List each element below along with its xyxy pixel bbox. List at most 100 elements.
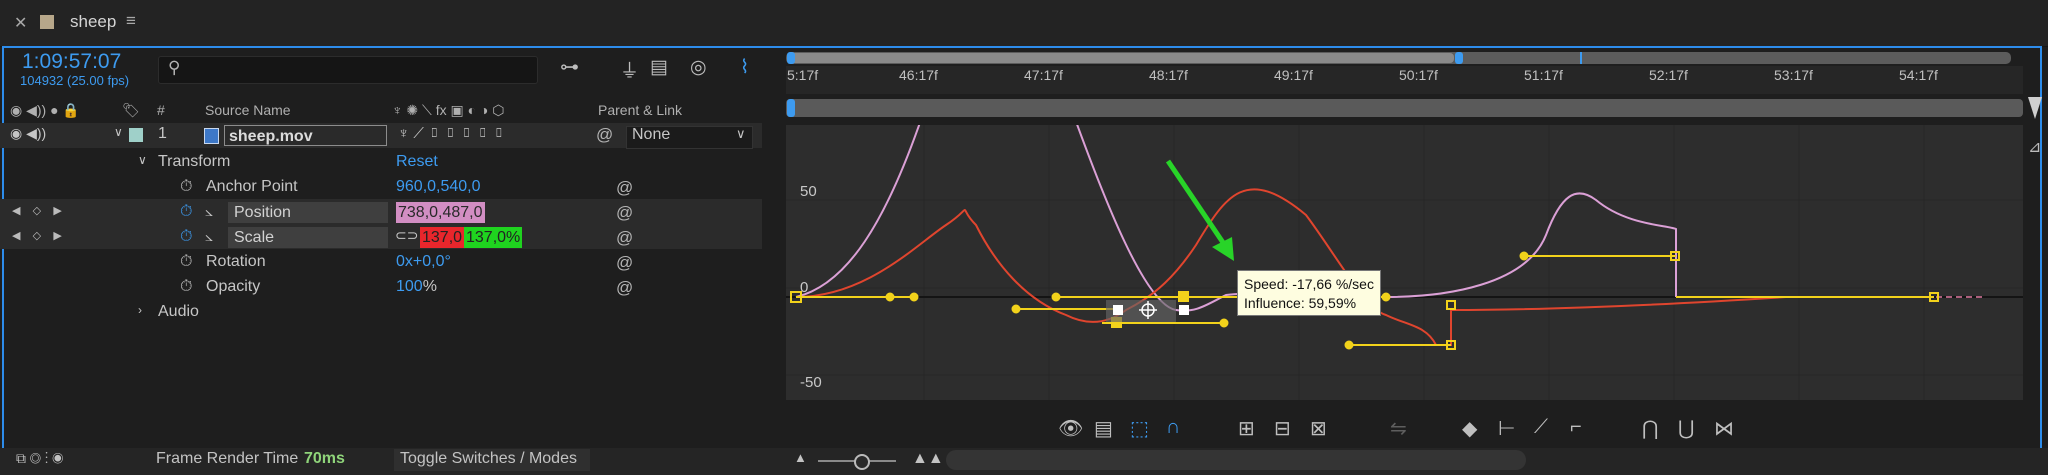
graph-editor-area[interactable] bbox=[786, 125, 2023, 400]
stopwatch-icon[interactable]: ⏱ bbox=[180, 278, 192, 296]
ruler-tick-label: 51:17f bbox=[1524, 67, 1563, 83]
graph-type-options-icon[interactable]: ▤ bbox=[1094, 416, 1113, 441]
position-velocity-curve[interactable] bbox=[795, 125, 1677, 312]
graph-toggle-icon[interactable]: ⦣ bbox=[205, 203, 213, 220]
draft-3d-icon[interactable]: ⏚ bbox=[620, 56, 639, 83]
audio-chevron-icon[interactable]: › bbox=[138, 303, 142, 317]
pickwhip-spiral-icon[interactable]: @ bbox=[616, 203, 633, 223]
stopwatch-active-icon[interactable]: ⏱ bbox=[180, 203, 192, 221]
anchor-point-value[interactable]: 960,0,540,0 bbox=[396, 178, 481, 196]
stopwatch-active-icon[interactable]: ⏱ bbox=[180, 228, 192, 246]
hide-shy-layers-icon[interactable]: ▤ bbox=[650, 56, 668, 79]
scale-velocity-curve[interactable] bbox=[795, 188, 1787, 346]
transform-group-label[interactable]: Transform bbox=[158, 153, 230, 171]
transform-box-icon[interactable]: ⬚ bbox=[1130, 416, 1149, 441]
audio-group-label[interactable]: Audio bbox=[158, 303, 199, 321]
toggle-switches-modes-label: Toggle Switches / Modes bbox=[400, 450, 577, 467]
pickwhip-spiral-icon[interactable]: @ bbox=[616, 253, 633, 273]
current-time-display[interactable]: 1:09:57:07 bbox=[22, 50, 121, 74]
composition-tab-title[interactable]: sheep bbox=[70, 12, 116, 32]
rotation-label: Rotation bbox=[206, 253, 266, 270]
pickwhip-spiral-icon[interactable]: @ bbox=[616, 278, 633, 298]
av-features-header-icons: ◉ ◀)) ● 🔒 bbox=[10, 102, 80, 118]
expand-layer-chevron-icon[interactable]: ∨ bbox=[114, 125, 123, 139]
transform-chevron-icon[interactable]: ∨ bbox=[138, 153, 147, 167]
fit-all-graphs-icon[interactable]: ⊟ bbox=[1274, 416, 1291, 441]
ruler-tick-label: 49:17f bbox=[1274, 67, 1313, 83]
scale-label: Scale bbox=[228, 227, 388, 248]
switches-header-icons: ♆ ✺ ⟍ fx ▣ ◐ ◑ ⬡ bbox=[392, 102, 505, 118]
position-value[interactable]: 738,0,487,0 bbox=[396, 202, 485, 223]
time-navigator-range[interactable] bbox=[790, 53, 1454, 63]
ruler-tick-label: 52:17f bbox=[1649, 67, 1688, 83]
linear-keyframe-icon[interactable]: ⟋ bbox=[1534, 416, 1548, 439]
opacity-label: Opacity bbox=[206, 278, 261, 295]
scale-x-value[interactable]: 137,0 bbox=[420, 227, 465, 248]
frame-render-time-value: 70ms bbox=[304, 450, 345, 467]
layer-switches[interactable]: ♆ ⟋ ▯ ▯ ▯ ▯ ▯ bbox=[398, 125, 505, 142]
graph-side-tool-icon[interactable]: ⊿ bbox=[2028, 137, 2041, 157]
snap-icon[interactable]: ∩ bbox=[1166, 416, 1180, 439]
chevron-down-icon: ∨ bbox=[736, 126, 746, 141]
close-icon[interactable]: ✕ bbox=[14, 13, 27, 33]
column-parent-link-header[interactable]: Parent & Link bbox=[598, 102, 682, 118]
easy-ease-in-icon[interactable]: ⋃ bbox=[1678, 416, 1694, 441]
composition-swatch bbox=[40, 15, 54, 29]
search-input[interactable] bbox=[158, 56, 538, 84]
keyframe-navigator[interactable]: ◀ ◇ ▶ bbox=[12, 229, 62, 242]
column-source-name-header[interactable]: Source Name bbox=[205, 102, 291, 118]
frame-blending-icon[interactable]: ◎ bbox=[690, 56, 707, 79]
graph-toggle-icon[interactable]: ⦣ bbox=[205, 228, 213, 245]
ruler-tick-label: 5:17f bbox=[787, 67, 819, 83]
parent-select-value: None bbox=[632, 126, 671, 143]
zoom-slider-thumb[interactable] bbox=[854, 454, 870, 470]
auto-bezier-icon[interactable]: ⌐ bbox=[1570, 416, 1582, 439]
stopwatch-icon[interactable]: ⏱ bbox=[180, 178, 192, 196]
ruler-tick-label: 47:17f bbox=[1024, 67, 1063, 83]
panel-menu-icon[interactable]: ≡ bbox=[126, 11, 136, 31]
horizontal-scrollbar[interactable] bbox=[946, 450, 1526, 470]
navigator-end-handle[interactable] bbox=[1455, 52, 1463, 64]
graph-editor-svg[interactable] bbox=[786, 125, 2023, 400]
fit-selection-icon[interactable]: ⊞ bbox=[1238, 416, 1255, 441]
frame-count-fps: 104932 (25.00 fps) bbox=[20, 73, 130, 88]
opacity-value[interactable]: 100 bbox=[396, 278, 423, 295]
keyframe-tooltip: Speed: -17,66 %/sec Influence: 59,59% bbox=[1237, 270, 1381, 316]
layer-name-field[interactable]: sheep.mov bbox=[224, 125, 387, 146]
zoom-out-icon[interactable]: ▲ bbox=[794, 450, 807, 465]
search-icon: ⚲ bbox=[168, 58, 181, 77]
edit-keyframe-icon[interactable]: ⇋ bbox=[1390, 416, 1407, 441]
easy-ease-out-icon[interactable]: ⋈ bbox=[1714, 416, 1734, 441]
work-area-bar[interactable] bbox=[786, 99, 2023, 117]
pickwhip-spiral-icon[interactable]: @ bbox=[616, 228, 633, 248]
opacity-unit: % bbox=[422, 278, 437, 295]
constrain-proportions-link-icon[interactable]: ⊂⊃ bbox=[395, 227, 418, 244]
navigator-start-handle[interactable] bbox=[787, 52, 795, 64]
easy-ease-icon[interactable]: ⋂ bbox=[1642, 416, 1658, 441]
rotation-value[interactable]: 0x+0,0° bbox=[396, 253, 451, 271]
keyframe-navigator[interactable]: ◀ ◇ ▶ bbox=[12, 204, 62, 217]
hold-keyframe-icon[interactable]: ⊢ bbox=[1498, 416, 1515, 441]
work-area-start-handle[interactable] bbox=[787, 99, 795, 117]
zoom-in-icon[interactable]: ▲▲ bbox=[912, 450, 944, 468]
transform-reset-link[interactable]: Reset bbox=[396, 153, 438, 171]
separate-dimensions-icon[interactable]: ⊠ bbox=[1310, 416, 1327, 441]
pickwhip-spiral-icon[interactable]: @ bbox=[616, 178, 633, 198]
graph-editor-icon[interactable]: ⌇ bbox=[740, 56, 749, 79]
footer-toggle-icons[interactable]: ⧉ ◎ ⋮ ◉ bbox=[16, 450, 63, 467]
pickwhip-spiral-icon[interactable]: @ bbox=[596, 125, 613, 145]
navigator-current-time-marker bbox=[1580, 52, 1582, 64]
panel-tab-bar bbox=[0, 0, 2048, 47]
show-properties-icon[interactable]: 👁 bbox=[1058, 416, 1083, 441]
layer-label-swatch[interactable] bbox=[129, 128, 143, 142]
visibility-audio-icons[interactable]: ◉ ◀)) bbox=[10, 125, 46, 142]
keyframe-diamond-icon[interactable]: ◆ bbox=[1462, 416, 1477, 441]
scale-y-value[interactable]: 137,0% bbox=[464, 227, 523, 248]
tooltip-influence: Influence: 59,59% bbox=[1244, 295, 1357, 311]
composition-mini-flowchart-icon[interactable]: ⊶ bbox=[560, 56, 579, 79]
layer-number: 1 bbox=[158, 125, 167, 142]
stopwatch-icon[interactable]: ⏱ bbox=[180, 253, 192, 271]
position-label: Position bbox=[228, 202, 388, 223]
ruler-tick-label: 46:17f bbox=[899, 67, 938, 83]
opacity-value-group[interactable]: 100% bbox=[396, 278, 437, 296]
